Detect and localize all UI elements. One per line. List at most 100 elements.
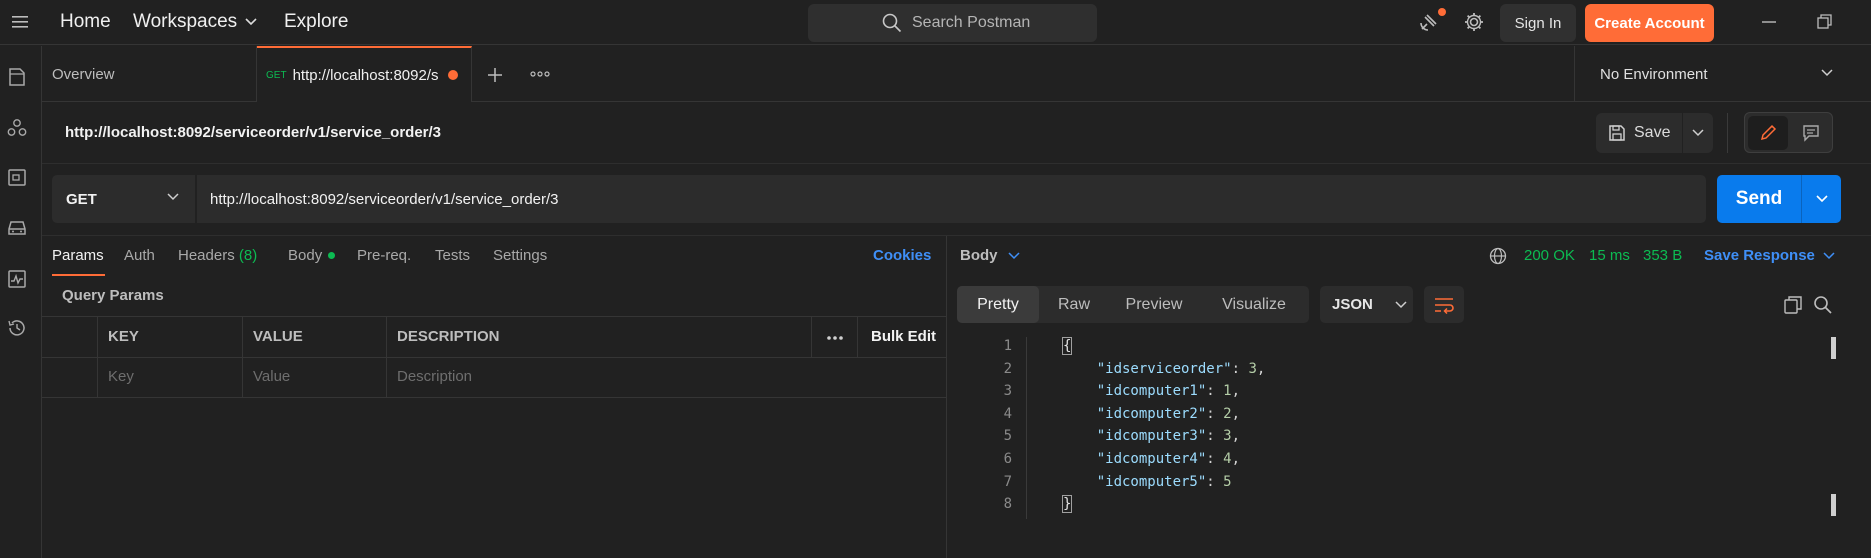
response-view-tabs: Pretty Raw Preview Visualize: [957, 286, 1309, 323]
bulk-edit-button[interactable]: Bulk Edit: [871, 328, 936, 345]
scrollbar-thumb[interactable]: [1831, 494, 1836, 516]
method-label: GET: [66, 190, 97, 208]
satellite-icon[interactable]: [1418, 11, 1440, 33]
nav-workspaces[interactable]: Workspaces: [133, 11, 257, 33]
response-size[interactable]: 353 B: [1643, 247, 1682, 264]
search-input[interactable]: Search Postman: [808, 4, 1097, 42]
create-account-button[interactable]: Create Account: [1585, 4, 1714, 42]
request-title[interactable]: http://localhost:8092/serviceorder/v1/se…: [65, 124, 441, 141]
code-line: 5 "idcomputer3": 3,: [960, 428, 1840, 450]
param-description-input[interactable]: Description: [397, 368, 472, 385]
tab-settings[interactable]: Settings: [493, 247, 547, 264]
code-text: }: [1061, 495, 1073, 514]
divider: [42, 357, 946, 358]
more-tabs-icon[interactable]: [530, 70, 550, 78]
code-text: "idcomputer1": 1,: [1096, 383, 1241, 400]
send-button[interactable]: Send: [1717, 175, 1801, 223]
gear-icon[interactable]: [1463, 11, 1485, 33]
view-raw-button[interactable]: Raw: [1039, 286, 1109, 323]
divider: [97, 316, 98, 398]
json-value: 3: [1248, 360, 1257, 377]
send-options-dropdown[interactable]: [1802, 175, 1841, 223]
tab-headers-label: Headers: [178, 247, 235, 264]
send-button-group: Send: [1717, 175, 1841, 223]
chevron-down-icon: [167, 193, 179, 201]
sign-in-button[interactable]: Sign In: [1500, 4, 1576, 42]
tab-headers[interactable]: Headers (8): [178, 247, 257, 264]
code-line: 7 "idcomputer5": 5: [960, 474, 1840, 496]
query-params-title: Query Params: [62, 287, 164, 304]
code-text: "idcomputer3": 3,: [1096, 428, 1241, 445]
view-preview-button[interactable]: Preview: [1109, 286, 1199, 323]
pencil-icon: [1759, 124, 1777, 142]
json-key: "idcomputer3": [1096, 428, 1207, 445]
globe-icon[interactable]: [1489, 247, 1507, 265]
save-response-button[interactable]: Save Response: [1704, 247, 1835, 264]
save-options-dropdown[interactable]: [1683, 113, 1713, 153]
code-text: {: [1061, 337, 1073, 355]
column-header-description: DESCRIPTION: [397, 328, 500, 345]
cookies-link[interactable]: Cookies: [873, 247, 931, 264]
status-code[interactable]: 200 OK: [1524, 247, 1575, 264]
more-options-icon[interactable]: [826, 335, 844, 341]
tab-auth[interactable]: Auth: [124, 247, 155, 264]
tab-prereq[interactable]: Pre-req.: [357, 247, 411, 264]
nav-workspaces-label: Workspaces: [133, 11, 238, 32]
method-select[interactable]: GET: [52, 175, 196, 223]
tab-body[interactable]: Body: [288, 247, 336, 264]
monitors-icon[interactable]: [6, 268, 28, 290]
apis-icon[interactable]: [6, 117, 28, 139]
json-value: 1: [1223, 383, 1232, 400]
mode-toggle: [1744, 112, 1833, 153]
code-line: 4 "idcomputer2": 2,: [960, 406, 1840, 428]
nav-home[interactable]: Home: [60, 11, 111, 33]
divider: [386, 316, 387, 398]
new-tab-icon[interactable]: [486, 66, 504, 84]
response-body-select[interactable]: Body: [960, 247, 1020, 264]
tab-overview[interactable]: Overview: [42, 46, 257, 102]
search-placeholder: Search Postman: [912, 14, 1031, 31]
save-button[interactable]: Save: [1596, 113, 1682, 153]
environment-label: No Environment: [1600, 65, 1708, 83]
pane-divider[interactable]: [946, 236, 947, 558]
minimize-icon[interactable]: [1758, 10, 1780, 34]
column-header-value: VALUE: [253, 328, 303, 345]
response-body-label: Body: [960, 247, 998, 264]
json-key: "idcomputer4": [1096, 451, 1207, 467]
divider: [811, 316, 812, 357]
line-number: 8: [1003, 496, 1012, 513]
json-value: 2: [1223, 405, 1232, 422]
save-label: Save: [1634, 124, 1671, 141]
collections-icon[interactable]: [6, 66, 28, 88]
tab-params[interactable]: Params: [52, 247, 104, 264]
chevron-down-icon: [1007, 251, 1020, 260]
param-key-input[interactable]: Key: [108, 368, 134, 385]
history-icon[interactable]: [6, 317, 28, 339]
code-line: 3 "idcomputer1": 1,: [960, 383, 1840, 405]
code-line: 8 }: [960, 495, 1840, 518]
nav-explore[interactable]: Explore: [284, 11, 348, 33]
edit-mode-button[interactable]: [1748, 116, 1788, 150]
menu-icon[interactable]: [12, 14, 30, 30]
environments-icon[interactable]: [6, 167, 28, 189]
tab-request-active[interactable]: GET http://localhost:8092/s: [257, 46, 472, 102]
restore-window-icon[interactable]: [1814, 10, 1836, 34]
url-input[interactable]: http://localhost:8092/serviceorder/v1/se…: [197, 175, 1706, 223]
headers-count: (8): [238, 247, 258, 264]
comments-button[interactable]: [1791, 116, 1831, 150]
json-key: "idcomputer1": [1096, 383, 1207, 400]
wrap-lines-button[interactable]: [1424, 286, 1464, 323]
active-tab-indicator: [52, 274, 105, 276]
tab-tests[interactable]: Tests: [435, 247, 470, 264]
format-select[interactable]: JSON: [1320, 286, 1413, 323]
copy-icon[interactable]: [1783, 295, 1803, 315]
environment-select[interactable]: No Environment: [1574, 46, 1871, 102]
scrollbar-thumb[interactable]: [1831, 337, 1836, 359]
response-time[interactable]: 15 ms: [1589, 247, 1630, 264]
code-line: 2 "idserviceorder": 3,: [960, 361, 1840, 383]
view-pretty-button[interactable]: Pretty: [957, 286, 1039, 323]
view-visualize-button[interactable]: Visualize: [1199, 286, 1309, 323]
mock-servers-icon[interactable]: [6, 217, 28, 239]
search-icon[interactable]: [1813, 295, 1833, 315]
param-value-input[interactable]: Value: [253, 368, 290, 385]
